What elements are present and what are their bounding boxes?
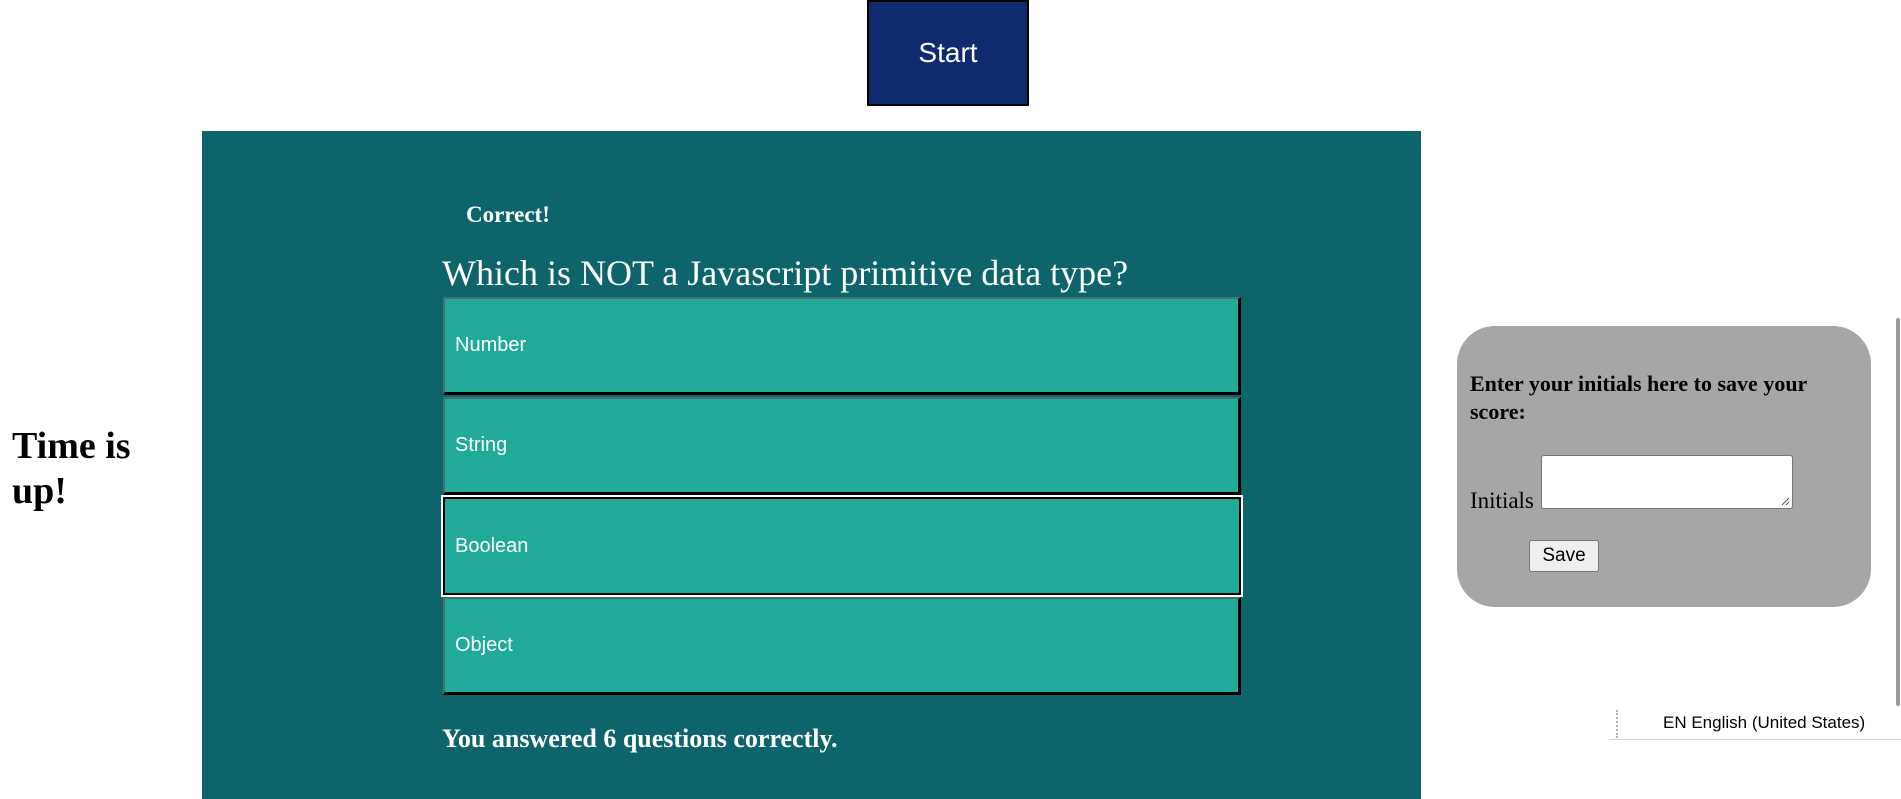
language-indicator[interactable]: EN English (United States) xyxy=(1610,706,1901,740)
drag-handle-icon xyxy=(1616,710,1620,738)
answer-feedback: Correct! xyxy=(466,202,550,227)
timer-status: Time is up! xyxy=(12,425,131,512)
resize-grip-icon[interactable] xyxy=(1780,496,1790,506)
save-button[interactable]: Save xyxy=(1529,540,1599,572)
answer-label: String xyxy=(455,434,508,456)
initials-label: Initials xyxy=(1470,488,1534,513)
question-title: Which is NOT a Javascript primitive data… xyxy=(442,253,1129,293)
save-score-prompt: Enter your initials here to save your sc… xyxy=(1470,371,1807,424)
score-summary: You answered 6 questions correctly. xyxy=(442,724,838,753)
scrollbar-thumb[interactable] xyxy=(1896,318,1900,706)
answer-option-number[interactable]: Number xyxy=(443,297,1241,395)
answer-label: Boolean xyxy=(455,534,529,557)
answer-option-object[interactable]: Object xyxy=(443,597,1241,695)
save-score-card: Enter your initials here to save your sc… xyxy=(1457,326,1871,607)
initials-input[interactable] xyxy=(1541,455,1793,509)
answer-label: Number xyxy=(455,334,527,356)
answer-label: Object xyxy=(455,634,513,656)
language-label: EN English (United States) xyxy=(1663,713,1866,732)
start-button[interactable]: Start xyxy=(867,0,1029,106)
answer-option-string[interactable]: String xyxy=(443,397,1241,495)
answer-option-boolean[interactable]: Boolean xyxy=(441,495,1243,597)
